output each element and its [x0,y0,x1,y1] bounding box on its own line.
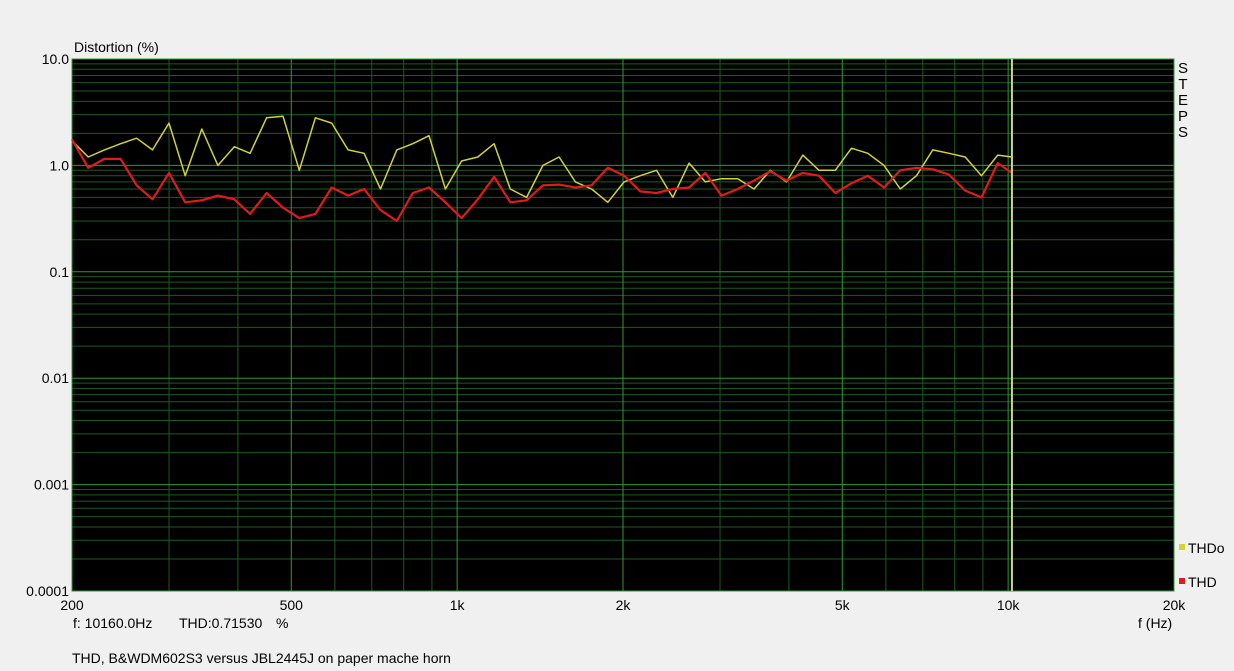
y-tick-label: 0.1 [50,264,70,280]
x-tick-label: 2k [616,597,632,613]
legend-item-thd[interactable]: THD [1179,574,1217,590]
x-axis-label: f (Hz) [1138,615,1173,631]
x-tick-label: 5k [835,597,851,613]
x-tick-label: 1k [450,597,466,613]
y-tick-labels: 10.0 1.0 0.1 0.01 0.001 0.0001 [26,51,69,599]
x-tick-label: 20k [1163,597,1187,613]
chart-caption: THD, B&WDM602S3 versus JBL2445J on paper… [72,650,451,666]
legend-label-thdo: THDo [1188,540,1225,556]
y-tick-label: 10.0 [42,51,69,67]
cursor-unit: % [276,615,289,631]
x-tick-label: 200 [60,597,84,613]
legend-item-thdo[interactable]: THDo [1179,540,1225,556]
x-tick-labels: 200 500 1k 2k 5k 10k 20k [60,597,1186,613]
cursor-thd-readout: THD:0.71530 [179,615,263,631]
y-tick-label: 1.0 [50,157,70,173]
x-tick-label: 500 [280,597,304,613]
legend-swatch-thd [1179,578,1185,585]
distortion-chart: 200 500 1k 2k 5k 10k 20k 10.0 1.0 0.1 0.01 0.001 0.… [26,51,1186,613]
x-tick-label: 10k [997,597,1021,613]
legend-label-thd: THD [1188,574,1217,590]
y-axis-label: Distortion (%) [74,39,159,55]
y-tick-label: 0.001 [34,477,69,493]
cursor-frequency-readout: f: 10160.0Hz [73,615,153,631]
y-tick-label: 0.01 [42,370,69,386]
steps-label: STEPS [1177,60,1188,141]
y-tick-label: 0.0001 [26,583,69,599]
legend-swatch-thdo [1179,544,1185,551]
